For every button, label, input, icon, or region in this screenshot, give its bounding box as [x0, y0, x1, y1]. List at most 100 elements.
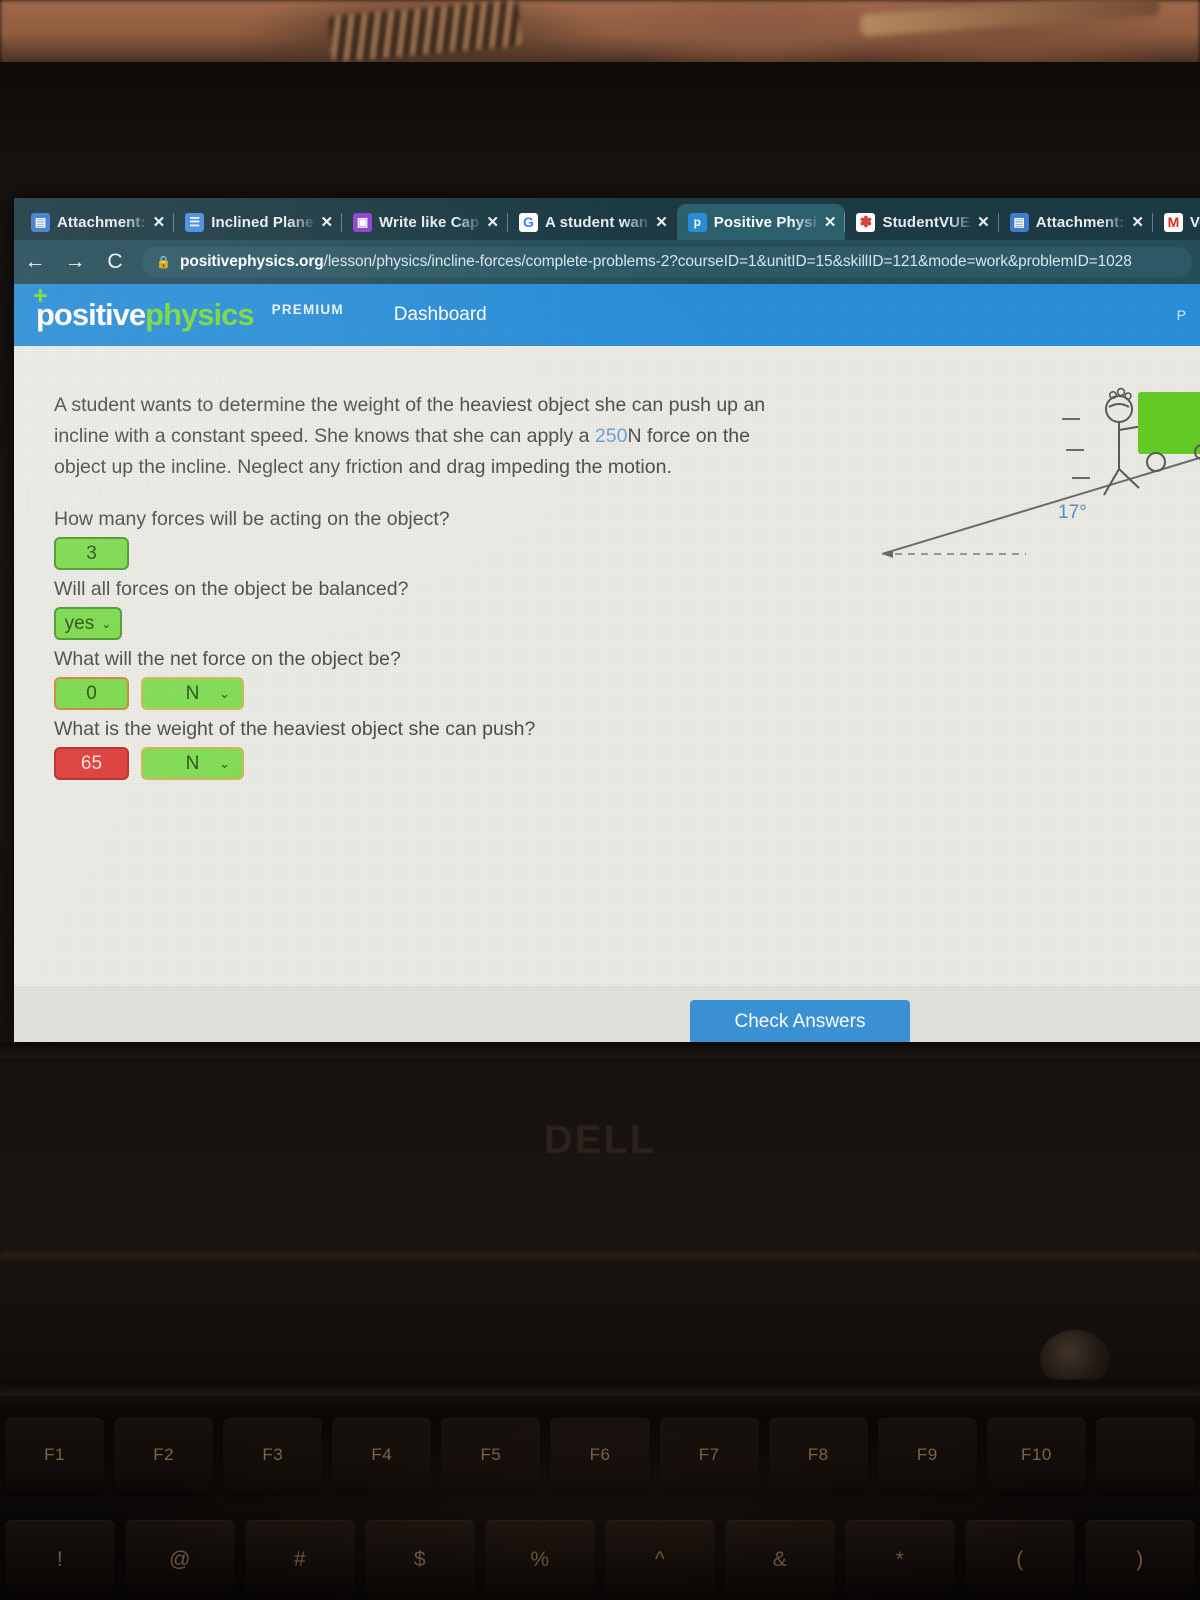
key-f10[interactable]: F10: [986, 1418, 1086, 1492]
key-f3[interactable]: F3: [223, 1418, 323, 1492]
browser-tab[interactable]: ▤ Attachment: ✕: [997, 204, 1153, 240]
unit-select-3[interactable]: N ⌄: [141, 677, 244, 710]
answer-select-2[interactable]: yes ⌄: [54, 607, 122, 640]
chevron-down-icon: ⌄: [219, 685, 230, 701]
key-f11[interactable]: [1095, 1418, 1196, 1492]
studentvue-icon: ✽: [856, 212, 876, 232]
browser-tab[interactable]: ▤ Attachment: ✕: [20, 204, 174, 240]
key-hash[interactable]: #: [245, 1520, 355, 1600]
tab-title: Write like Cap: [379, 213, 480, 231]
key-f8[interactable]: F8: [768, 1418, 868, 1492]
lock-icon: 🔒: [156, 255, 171, 269]
url-path: /lesson/physics/incline-forces/complete-…: [323, 253, 1132, 270]
logo-word-positive: positive: [36, 297, 146, 332]
key-paren-close[interactable]: ): [1085, 1520, 1195, 1600]
url-domain: positivephysics.org: [179, 253, 324, 270]
unit-select-4[interactable]: N ⌄: [141, 747, 244, 780]
url-text: positivephysics.org/lesson/physics/incli…: [180, 253, 1132, 271]
browser-omnibar: ← → C 🔒 positivephysics.org/lesson/physi…: [14, 240, 1200, 284]
tab-close-icon[interactable]: ✕: [320, 213, 333, 231]
tab-title: A student wan: [544, 213, 649, 231]
tab-close-icon[interactable]: ✕: [1131, 213, 1144, 231]
unit-select-4-value: N: [185, 752, 200, 774]
key-f6[interactable]: F6: [550, 1418, 650, 1492]
plus-icon: +: [33, 282, 48, 310]
key-exclaim[interactable]: !: [5, 1520, 115, 1600]
key-f7[interactable]: F7: [659, 1418, 759, 1492]
gmail-icon: M: [1163, 212, 1183, 232]
deck-edge-highlight: [0, 1252, 1200, 1264]
key-f2[interactable]: F2: [114, 1418, 214, 1492]
answer-input-1[interactable]: 3: [54, 537, 129, 570]
key-asterisk[interactable]: *: [845, 1520, 955, 1600]
browser-tab-active[interactable]: p Positive Physi ✕: [676, 204, 846, 240]
address-bar[interactable]: 🔒 positivephysics.org/lesson/physics/inc…: [142, 247, 1192, 277]
key-f1[interactable]: F1: [5, 1418, 105, 1492]
laptop-hinge: [0, 1042, 1200, 1058]
question-prompt-3: What will the net force on the object be…: [54, 648, 401, 670]
answer-input-4[interactable]: 65: [54, 747, 129, 780]
premium-badge: PREMIUM: [271, 302, 344, 317]
browser-tab[interactable]: ✽ StudentVUE ✕: [844, 204, 998, 240]
chevron-down-icon: ⌄: [219, 755, 230, 771]
browser-tab[interactable]: ▣ Write like Cap ✕: [341, 204, 508, 240]
header-right-partial[interactable]: P: [1177, 307, 1186, 323]
keyboard-lip: [0, 1380, 1200, 1410]
google-icon: G: [518, 212, 538, 232]
list-blue-icon: ☰: [185, 212, 205, 232]
key-f4[interactable]: F4: [332, 1418, 432, 1492]
chevron-down-icon: ⌄: [101, 616, 112, 631]
logo-word-physics: physics: [145, 297, 254, 332]
problem-content: A student wants to determine the weight …: [14, 346, 1200, 986]
key-caret[interactable]: ^: [605, 1520, 715, 1600]
browser-tab[interactable]: G A student wan ✕: [506, 204, 677, 240]
answer-row-3: 0 N ⌄: [54, 677, 1200, 710]
key-percent[interactable]: %: [485, 1520, 595, 1600]
incline-diagram: 17°: [866, 364, 1200, 574]
laptop-top-bezel: [0, 62, 1200, 198]
dell-brand-logo: DELL: [543, 1118, 657, 1162]
browser-tab[interactable]: M Ver: [1151, 204, 1200, 240]
answer-row-4: 65 N ⌄: [54, 747, 1200, 780]
tab-title: Inclined Plane: [211, 213, 314, 231]
answer-row-2: yes ⌄: [54, 607, 1200, 640]
site-logo[interactable]: + positivephysics: [33, 284, 255, 333]
tab-title: Attachment:: [1035, 213, 1125, 231]
question-prompt-4: What is the weight of the heaviest objec…: [54, 718, 536, 740]
check-answers-button[interactable]: Check Answers: [690, 1000, 910, 1042]
key-ampersand[interactable]: &: [725, 1520, 835, 1600]
key-paren-open[interactable]: (: [965, 1520, 1075, 1600]
tab-close-icon[interactable]: ✕: [824, 213, 837, 231]
laptop-screen: ▤ Attachment: ✕ ☰ Inclined Plane ✕ ▣ Wri…: [14, 198, 1200, 1042]
forward-icon[interactable]: →: [62, 250, 88, 274]
answer-input-3[interactable]: 0: [54, 677, 129, 710]
key-f5[interactable]: F5: [441, 1418, 541, 1492]
tab-close-icon[interactable]: ✕: [655, 213, 668, 231]
tab-close-icon[interactable]: ✕: [153, 213, 166, 231]
nav-dashboard[interactable]: Dashboard: [394, 304, 487, 326]
incline-svg: [881, 387, 1200, 558]
document-blue-icon: ▤: [1009, 212, 1029, 232]
browser-tab[interactable]: ☰ Inclined Plane ✕: [173, 204, 342, 240]
key-dollar[interactable]: $: [365, 1520, 475, 1600]
positivephysics-icon: p: [687, 212, 707, 232]
site-header: + positivephysics PREMIUM Dashboard P: [14, 284, 1200, 346]
angle-label: 17°: [1058, 502, 1087, 523]
back-icon[interactable]: ←: [22, 250, 48, 274]
document-blue-icon: ▤: [31, 212, 50, 232]
key-f9[interactable]: F9: [877, 1418, 977, 1492]
unit-select-3-value: N: [185, 682, 200, 704]
key-at[interactable]: @: [125, 1520, 235, 1600]
given-value: 250: [594, 425, 628, 447]
tab-title: StudentVUE: [882, 213, 971, 231]
tab-close-icon[interactable]: ✕: [486, 213, 499, 231]
tab-title: Attachment:: [57, 213, 146, 231]
browser-tab-strip: ▤ Attachment: ✕ ☰ Inclined Plane ✕ ▣ Wri…: [14, 198, 1200, 240]
footer-band: Check Answers: [14, 986, 1200, 1042]
answer-select-2-value: yes: [64, 612, 95, 634]
tab-close-icon[interactable]: ✕: [977, 213, 990, 231]
reload-icon[interactable]: C: [102, 250, 128, 274]
tab-title: Ver: [1189, 213, 1200, 231]
person-purple-icon: ▣: [353, 212, 373, 232]
photo-of-laptop: ▤ Attachment: ✕ ☰ Inclined Plane ✕ ▣ Wri…: [0, 0, 1200, 1600]
